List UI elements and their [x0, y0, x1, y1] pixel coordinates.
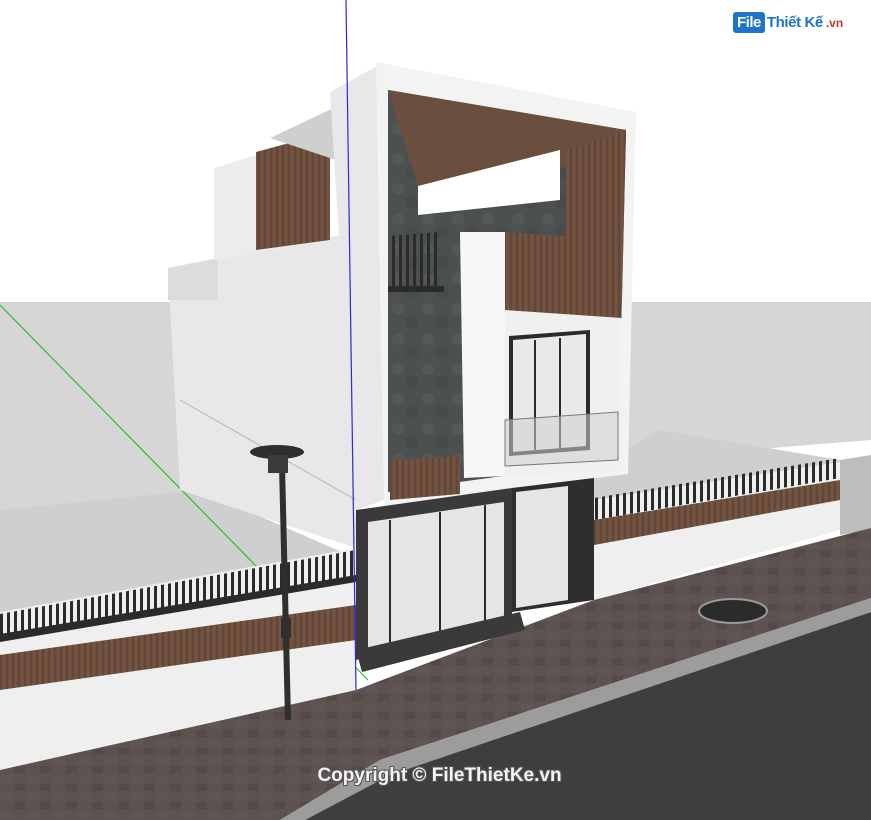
upper-balcony-floor [388, 286, 444, 292]
logo-domain: .vn [825, 15, 844, 30]
logo-box-text: File [733, 12, 765, 33]
lamp-head [268, 455, 288, 473]
side-entrance-glass [516, 486, 568, 608]
viewport[interactable]: File Thiết Kế .vn Copyright © FileThietK… [0, 0, 871, 820]
filethietke-logo: File Thiết Kế .vn [733, 12, 843, 33]
right-wall-end [840, 455, 871, 535]
lamp-base-ring [281, 618, 291, 638]
glass-balustrade [504, 411, 619, 467]
manhole-cover [698, 598, 768, 624]
copyright-watermark: Copyright © FileThietKe.vn [0, 765, 871, 787]
upper-balcony-railing [388, 232, 440, 290]
logo-text: Thiết Kế [766, 14, 823, 31]
upper-wood-facade [505, 232, 620, 318]
second-floor-wood-sill [390, 456, 460, 500]
3d-model-view[interactable] [0, 0, 871, 820]
bay-box-side [460, 232, 505, 478]
copyright-text: Copyright © FileThietKe.vn [317, 765, 562, 786]
